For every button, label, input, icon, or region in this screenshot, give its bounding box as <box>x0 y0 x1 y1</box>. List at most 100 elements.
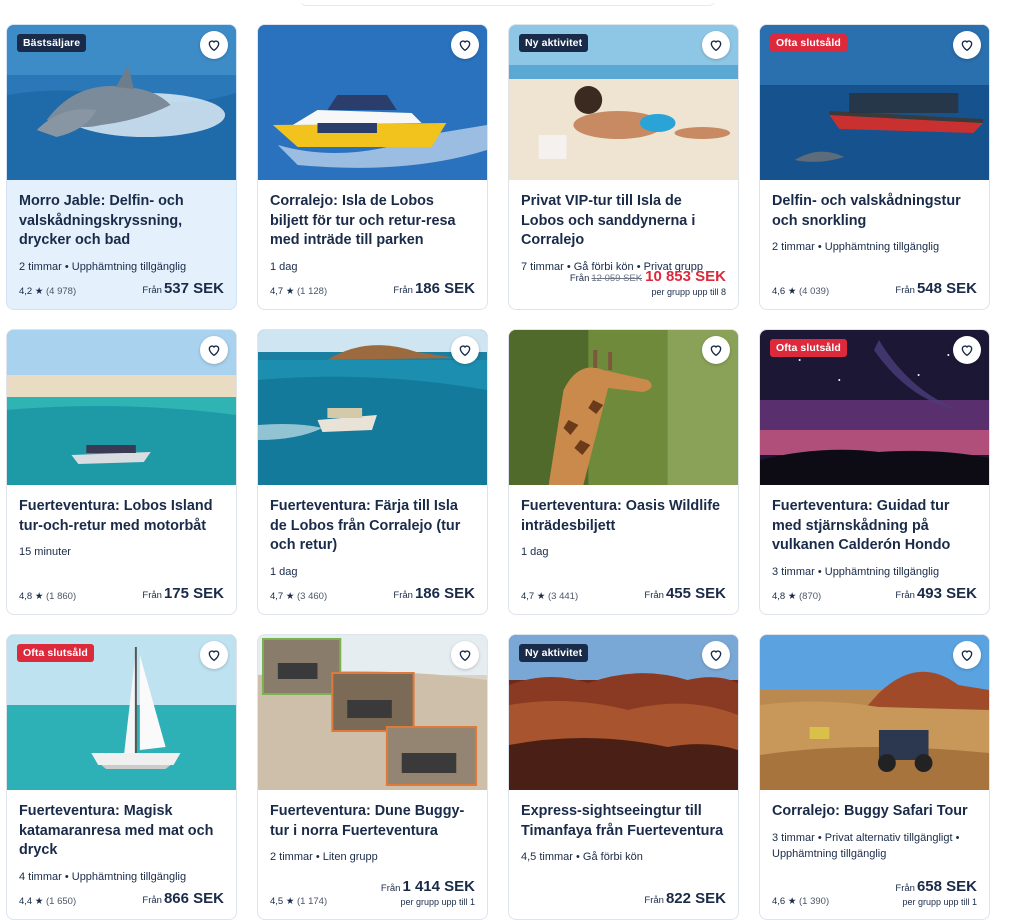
rating: 4,6 ★ (4 039) <box>772 286 829 297</box>
activity-title[interactable]: Fuerteventura: Dune Buggy-tur i norra Fu… <box>270 802 475 841</box>
activity-card[interactable]: Fuerteventura: Dune Buggy-tur i norra Fu… <box>257 634 488 920</box>
activity-card[interactable]: Corralejo: Isla de Lobos biljett för tur… <box>257 24 488 310</box>
heart-icon[interactable] <box>953 31 981 59</box>
activity-meta: 4,5 timmar • Gå förbi kön <box>521 851 643 863</box>
price-from-label: Från <box>142 895 162 906</box>
price-amount: 186 SEK <box>414 585 475 602</box>
heart-icon[interactable] <box>200 31 228 59</box>
price: Från 1 414 SEK per grupp upp till 1 <box>381 879 475 907</box>
price: Från 548 SEK <box>895 281 977 297</box>
price: Från 658 SEK per grupp upp till 1 <box>895 879 977 907</box>
rating: 4,7 ★ (3 441) <box>521 591 578 602</box>
activity-image[interactable] <box>258 330 487 485</box>
heart-icon[interactable] <box>200 641 228 669</box>
activity-meta: 15 minuter <box>19 546 71 558</box>
activity-image[interactable]: Bästsäljare <box>7 25 236 180</box>
activity-meta: 3 timmar • Upphämtning tillgänglig <box>772 565 940 578</box>
rating-value: 4,7 ★ <box>270 286 295 297</box>
rating: 4,8 ★ (870) <box>772 591 821 602</box>
price: Från 537 SEK <box>142 281 224 297</box>
review-count: (1 390) <box>799 896 830 907</box>
rating: 4,6 ★ (1 390) <box>772 896 829 907</box>
price: Från 455 SEK <box>644 586 726 602</box>
activity-card[interactable]: Ofta slutsåld Fuerteventura: Guidad tur … <box>759 329 990 615</box>
activity-card[interactable]: Fuerteventura: Färja till Isla de Lobos … <box>257 329 488 615</box>
price-amount: 866 SEK <box>163 890 224 907</box>
activity-image[interactable]: Ofta slutsåld <box>760 25 989 180</box>
price-amount: 658 SEK <box>916 878 977 895</box>
activity-title[interactable]: Privat VIP-tur till Isla de Lobos och sa… <box>521 192 726 251</box>
review-count: (1 174) <box>297 896 328 907</box>
new-activity-badge: Ny aktivitet <box>519 644 589 662</box>
heart-icon[interactable] <box>451 31 479 59</box>
activity-meta: 2 timmar • Liten grupp <box>270 851 378 863</box>
top-bar-edge <box>300 0 715 6</box>
activity-card[interactable]: Ofta slutsåld Fuerteventura: Magisk kata… <box>6 634 237 920</box>
price-amount: 10 853 SEK <box>645 268 726 285</box>
activity-image[interactable] <box>509 330 738 485</box>
price-amount: 175 SEK <box>163 585 224 602</box>
activity-card[interactable]: Fuerteventura: Oasis Wildlife inträdesbi… <box>508 329 739 615</box>
price-from-label: Från <box>644 895 664 906</box>
activity-card[interactable]: Ofta slutsåld Delfin- och valskådningstu… <box>759 24 990 310</box>
review-count: (3 441) <box>548 591 579 602</box>
heart-icon[interactable] <box>953 336 981 364</box>
heart-icon[interactable] <box>451 641 479 669</box>
activity-meta: 2 timmar • Upphämtning tillgänglig <box>19 260 187 273</box>
rating-value: 4,5 ★ <box>270 896 295 907</box>
activity-card[interactable]: Ny aktivitet Express-sightseeingtur till… <box>508 634 739 920</box>
rating-value: 4,6 ★ <box>772 286 797 297</box>
heart-icon[interactable] <box>702 641 730 669</box>
often-sold-out-badge: Ofta slutsåld <box>17 644 94 662</box>
activity-title[interactable]: Fuerteventura: Färja till Isla de Lobos … <box>270 497 475 556</box>
activity-image[interactable]: Ofta slutsåld <box>7 635 236 790</box>
price-amount: 548 SEK <box>916 280 977 297</box>
activity-card[interactable]: Fuerteventura: Lobos Island tur-och-retu… <box>6 329 237 615</box>
activity-image[interactable]: Ny aktivitet <box>509 25 738 180</box>
rating-value: 4,4 ★ <box>19 896 44 907</box>
activity-title[interactable]: Delfin- och valskådningstur och snorklin… <box>772 192 977 231</box>
heart-icon[interactable] <box>451 336 479 364</box>
activity-meta: 1 dag <box>521 546 549 558</box>
activity-card[interactable]: Ny aktivitet Privat VIP-tur till Isla de… <box>508 24 739 310</box>
original-price: 12 059 SEK <box>591 273 643 284</box>
heart-icon[interactable] <box>953 641 981 669</box>
review-count: (870) <box>799 591 822 602</box>
price: Från 822 SEK <box>644 891 726 907</box>
price-from-label: Från <box>895 883 915 894</box>
price: Från 493 SEK <box>895 586 977 602</box>
activity-image[interactable]: Ny aktivitet <box>509 635 738 790</box>
price-note: per grupp upp till 1 <box>902 897 977 907</box>
often-sold-out-badge: Ofta slutsåld <box>770 34 847 52</box>
price: Från 175 SEK <box>142 586 224 602</box>
activity-title[interactable]: Express-sightseeingtur till Timanfaya fr… <box>521 802 726 841</box>
activity-title[interactable]: Fuerteventura: Magisk katamaranresa med … <box>19 802 224 861</box>
activity-image[interactable]: Ofta slutsåld <box>760 330 989 485</box>
activity-title[interactable]: Fuerteventura: Guidad tur med stjärnskåd… <box>772 497 977 556</box>
price-from-label: Från <box>380 883 401 894</box>
activity-title[interactable]: Morro Jable: Delfin- och valskådningskry… <box>19 192 224 251</box>
price: Från 186 SEK <box>393 586 475 602</box>
heart-icon[interactable] <box>200 336 228 364</box>
activity-card[interactable]: Corralejo: Buggy Safari Tour 3 timmar • … <box>759 634 990 920</box>
activity-title[interactable]: Corralejo: Isla de Lobos biljett för tur… <box>270 192 475 251</box>
activity-image[interactable] <box>760 635 989 790</box>
price-amount: 186 SEK <box>414 280 475 297</box>
heart-icon[interactable] <box>702 336 730 364</box>
review-count: (1 650) <box>46 896 77 907</box>
activity-title[interactable]: Fuerteventura: Oasis Wildlife inträdesbi… <box>521 497 726 536</box>
activity-title[interactable]: Corralejo: Buggy Safari Tour <box>772 802 977 822</box>
activity-grid: Bästsäljare Morro Jable: Delfin- och val… <box>6 24 990 920</box>
activity-meta: 1 dag <box>270 260 298 273</box>
activity-image[interactable] <box>258 25 487 180</box>
new-activity-badge: Ny aktivitet <box>519 34 589 52</box>
activity-image[interactable] <box>7 330 236 485</box>
price-note: per grupp upp till 1 <box>400 897 475 907</box>
activity-meta: 1 dag <box>270 565 298 578</box>
activity-image[interactable] <box>258 635 487 790</box>
activity-card[interactable]: Bästsäljare Morro Jable: Delfin- och val… <box>6 24 237 310</box>
rating-value: 4,6 ★ <box>772 896 797 907</box>
rating-value: 4,2 ★ <box>19 286 44 297</box>
heart-icon[interactable] <box>702 31 730 59</box>
activity-title[interactable]: Fuerteventura: Lobos Island tur-och-retu… <box>19 497 224 536</box>
